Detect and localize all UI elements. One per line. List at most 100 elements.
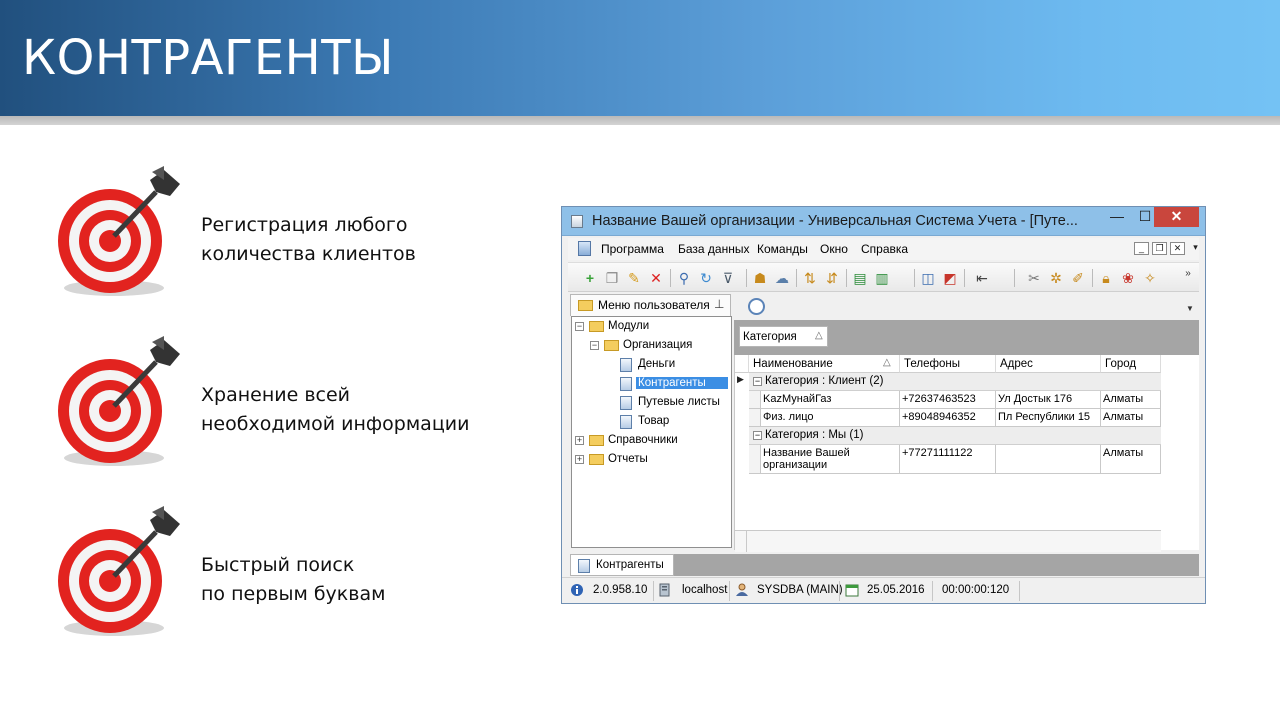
form-edit-icon[interactable]: ✐ <box>1070 270 1086 286</box>
group-row-label: Категория : Мы (1) <box>765 429 864 441</box>
settings-icon[interactable]: ✲ <box>1048 270 1064 286</box>
edit-icon[interactable]: ✎ <box>626 270 642 286</box>
group-row[interactable]: − Категория : Мы (1) <box>749 427 1161 445</box>
collapse-icon[interactable]: − <box>753 377 762 386</box>
user-menu-tab[interactable]: Меню пользователя ⊥ <box>570 294 731 316</box>
table-icon <box>578 559 590 573</box>
chevron-down-icon[interactable]: ▼ <box>1186 304 1194 313</box>
table-cell[interactable]: +89048946352 <box>900 409 996 427</box>
folder-open-icon <box>604 340 619 351</box>
toolbar-separator <box>846 269 847 287</box>
plugin-icon[interactable]: ✧ <box>1142 270 1158 286</box>
copy-icon[interactable]: ❐ <box>604 270 620 286</box>
date-text: 25.05.2016 <box>867 584 925 596</box>
close-button[interactable]: ✕ <box>1154 207 1199 227</box>
mdi-restore-icon[interactable]: ❐ <box>1152 242 1167 255</box>
collapse-icon[interactable]: − <box>590 341 599 350</box>
column-header-name[interactable]: Наименование △ <box>749 355 900 373</box>
table-cell[interactable]: Пл Республики 15 <box>996 409 1101 427</box>
users-icon[interactable]: ☗ <box>752 270 768 286</box>
table-cell[interactable]: +77271111122 <box>900 445 996 474</box>
table-cell[interactable]: Алматы <box>1101 409 1161 427</box>
status-separator <box>932 581 933 601</box>
tree-node-label: Справочники <box>608 434 678 446</box>
document-tabs: Контрагенты <box>570 554 1199 576</box>
slide-title: КОНТРАГЕНТЫ <box>22 30 394 86</box>
feature-item: Быстрый поиск по первым буквам <box>52 506 512 646</box>
tree-node-label: Контрагенты <box>636 377 728 389</box>
grid-footer <box>735 530 1161 552</box>
import-icon[interactable]: ▥ <box>874 270 890 286</box>
feature-line: необходимой информации <box>201 413 470 435</box>
group-by-label: Категория <box>743 331 797 343</box>
folder-icon <box>589 435 604 446</box>
row-indent <box>749 391 761 409</box>
group-row[interactable]: − Категория : Клиент (2) <box>749 373 1161 391</box>
status-separator <box>839 581 840 601</box>
menu-database[interactable]: База данных <box>678 242 749 256</box>
group-row-label: Категория : Клиент (2) <box>765 375 884 387</box>
window-titlebar[interactable]: Название Вашей организации - Универсальн… <box>562 207 1205 236</box>
minimize-button[interactable]: — <box>1103 207 1131 227</box>
menu-help[interactable]: Справка <box>861 242 908 256</box>
host-text: localhost <box>682 584 728 596</box>
mdi-close-icon[interactable]: ✕ <box>1170 242 1185 255</box>
timer-text: 00:00:00:120 <box>942 584 1010 596</box>
table-cell[interactable]: KazМунайГаз <box>761 391 900 409</box>
palette-icon[interactable]: ❀ <box>1120 270 1136 286</box>
filter-icon[interactable]: ⊽ <box>720 270 736 286</box>
column-header-label: Телефоны <box>904 358 960 370</box>
column-header-city[interactable]: Город <box>1101 355 1161 373</box>
grid-corner <box>735 355 749 373</box>
menu-program[interactable]: Программа <box>601 242 664 256</box>
mdi-dropdown-icon[interactable]: ▾ <box>1188 242 1203 255</box>
feature-line: Регистрация любого <box>201 214 408 236</box>
refresh-icon[interactable]: ↻ <box>698 270 714 286</box>
app-window: Название Вашей организации - Универсальн… <box>561 206 1206 604</box>
close-window-icon[interactable]: ◩ <box>942 270 958 286</box>
group-by-chip[interactable]: Категория △ <box>739 326 828 347</box>
new-window-icon[interactable]: ◫ <box>920 270 936 286</box>
table-cell[interactable]: Алматы <box>1101 445 1161 474</box>
table-cell[interactable]: Физ. лицо <box>761 409 900 427</box>
toolbar-overflow-icon[interactable]: » <box>1180 266 1196 282</box>
lock-icon[interactable]: 🔒︎ <box>1098 270 1114 286</box>
delete-icon[interactable]: ✕ <box>648 270 664 286</box>
mdi-minimize-icon[interactable]: _ <box>1134 242 1149 255</box>
column-header-address[interactable]: Адрес <box>996 355 1101 373</box>
tab-counterparties[interactable]: Контрагенты <box>570 554 674 576</box>
pin-icon[interactable]: ⊥ <box>714 297 724 311</box>
collapse-icon[interactable]: − <box>575 322 584 331</box>
column-header-phones[interactable]: Телефоны <box>900 355 996 373</box>
menu-commands[interactable]: Команды <box>757 242 808 256</box>
table-icon <box>620 396 632 410</box>
add-icon[interactable]: + <box>582 270 598 286</box>
folder-icon <box>589 454 604 465</box>
exit-icon[interactable]: ⇤ <box>974 270 990 286</box>
toolbar-separator <box>796 269 797 287</box>
tree-node-label: Отчеты <box>608 453 648 465</box>
comments-icon[interactable]: ☁ <box>774 270 790 286</box>
sort-desc-icon[interactable]: ⇵ <box>824 270 840 286</box>
document-icon <box>578 241 591 256</box>
tools-icon[interactable]: ✂ <box>1026 270 1042 286</box>
clock-icon[interactable] <box>748 298 765 315</box>
collapse-icon[interactable]: − <box>753 431 762 440</box>
table-cell[interactable]: Ул Достык 176 <box>996 391 1101 409</box>
table-cell[interactable] <box>996 445 1101 474</box>
search-icon[interactable]: ⚲ <box>676 270 692 286</box>
app-icon <box>571 215 583 228</box>
sort-asc-icon[interactable]: ⇅ <box>802 270 818 286</box>
export-icon[interactable]: ▤ <box>852 270 868 286</box>
row-indent <box>749 409 761 427</box>
column-header-label: Наименование <box>753 358 833 370</box>
row-indent <box>749 445 761 474</box>
expand-icon[interactable]: + <box>575 455 584 464</box>
expand-icon[interactable]: + <box>575 436 584 445</box>
table-cell[interactable]: Алматы <box>1101 391 1161 409</box>
table-cell[interactable]: Название Вашей организации <box>761 445 900 474</box>
menu-window[interactable]: Окно <box>820 242 848 256</box>
tree-node-label: Товар <box>638 415 670 427</box>
table-cell[interactable]: +72637463523 <box>900 391 996 409</box>
version-text: 2.0.958.10 <box>593 584 648 596</box>
